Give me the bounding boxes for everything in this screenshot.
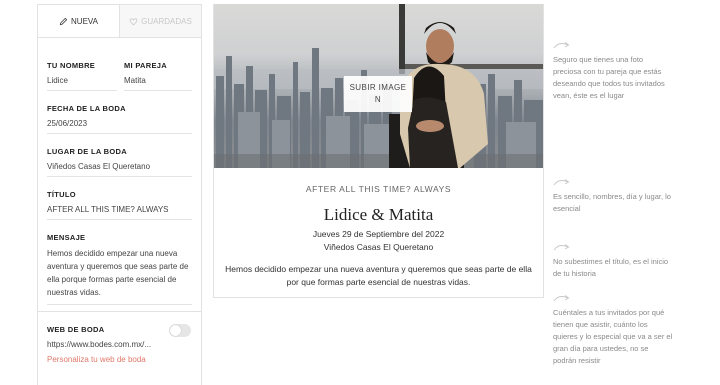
wedding-venue-input[interactable]: Viñedos Casas El Queretano: [47, 162, 192, 177]
tab-bar: NUEVA GUARDADAS: [38, 5, 201, 38]
message-label: MENSAJE: [47, 233, 86, 242]
your-name-input[interactable]: Lidice: [47, 76, 117, 91]
title-field: TÍTULO AFTER ALL THIS TIME? ALWAYS: [47, 190, 192, 220]
hint-basics-text: Es sencillo, nombres, día y lugar, lo es…: [553, 192, 671, 213]
preview-venue: Viñedos Casas El Queretano: [323, 242, 434, 252]
invitation-form-panel: NUEVA GUARDADAS TU NOMBRE Lidice MI PARE…: [37, 4, 202, 385]
hint-photo-text: Seguro que tienes una foto preciosa con …: [553, 55, 665, 100]
partner-field: MI PAREJA Matita: [124, 61, 192, 91]
wedding-date-label: FECHA DE LA BODA: [47, 104, 126, 113]
curved-arrow-icon: [553, 179, 570, 186]
wedding-date-field: FECHA DE LA BODA 25/06/2023: [47, 104, 192, 134]
curved-arrow-icon: [553, 244, 570, 251]
invitation-preview-card: SUBIR IMAGEN AFTER ALL THIS TIME? ALWAYS…: [213, 4, 544, 298]
preview-message: Hemos decidido empezar una nueva aventur…: [225, 264, 532, 287]
preview-tagline: AFTER ALL THIS TIME? ALWAYS: [305, 184, 452, 194]
curved-arrow-icon: [553, 295, 570, 302]
tab-new-label: NUEVA: [71, 16, 98, 26]
wedding-website-label: WEB DE BODA: [47, 325, 105, 334]
preview-couple-names: Lidice & Matita: [323, 205, 434, 224]
partner-label: MI PAREJA: [124, 61, 167, 70]
hint-title-text: No subestimes el título, es el inicio de…: [553, 257, 669, 278]
wedding-website-field: WEB DE BODA https://www.bodes.com.mx/...…: [47, 325, 165, 364]
title-label: TÍTULO: [47, 190, 76, 199]
hint-title: No subestimes el título, es el inicio de…: [553, 242, 673, 280]
pencil-icon: [59, 17, 68, 25]
your-name-field: TU NOMBRE Lidice: [47, 61, 117, 91]
couple-photo: SUBIR IMAGEN: [214, 4, 543, 168]
upload-image-button[interactable]: SUBIR IMAGEN: [344, 76, 412, 112]
hint-message-text: Cuéntales a tus invitados por qué tienen…: [553, 308, 673, 365]
heart-icon: [129, 17, 138, 25]
message-field: MENSAJE Hemos decidido empezar una nueva…: [47, 233, 192, 305]
your-name-label: TU NOMBRE: [47, 61, 96, 70]
hint-message: Cuéntales a tus invitados por qué tienen…: [553, 293, 673, 367]
wedding-venue-label: LUGAR DE LA BODA: [47, 147, 127, 156]
hint-basics: Es sencillo, nombres, día y lugar, lo es…: [553, 177, 673, 215]
wedding-website-toggle[interactable]: [169, 324, 191, 337]
preview-date: Jueves 29 de Septiembre del 2022: [312, 229, 445, 239]
message-textarea[interactable]: Hemos decidido empezar una nueva aventur…: [47, 247, 192, 305]
wedding-website-url: https://www.bodes.com.mx/...: [47, 340, 152, 349]
customize-website-link[interactable]: Personaliza tu web de boda: [47, 355, 165, 364]
partner-input[interactable]: Matita: [124, 76, 192, 91]
section-divider: [38, 311, 201, 312]
title-input[interactable]: AFTER ALL THIS TIME? ALWAYS: [47, 205, 192, 220]
hint-photo: Seguro que tienes una foto preciosa con …: [553, 40, 673, 102]
tab-saved[interactable]: GUARDADAS: [119, 5, 201, 37]
tab-new[interactable]: NUEVA: [38, 5, 119, 37]
curved-arrow-icon: [553, 42, 570, 49]
tab-saved-label: GUARDADAS: [141, 16, 192, 26]
wedding-date-input[interactable]: 25/06/2023: [47, 119, 192, 134]
wedding-venue-field: LUGAR DE LA BODA Viñedos Casas El Queret…: [47, 147, 192, 177]
